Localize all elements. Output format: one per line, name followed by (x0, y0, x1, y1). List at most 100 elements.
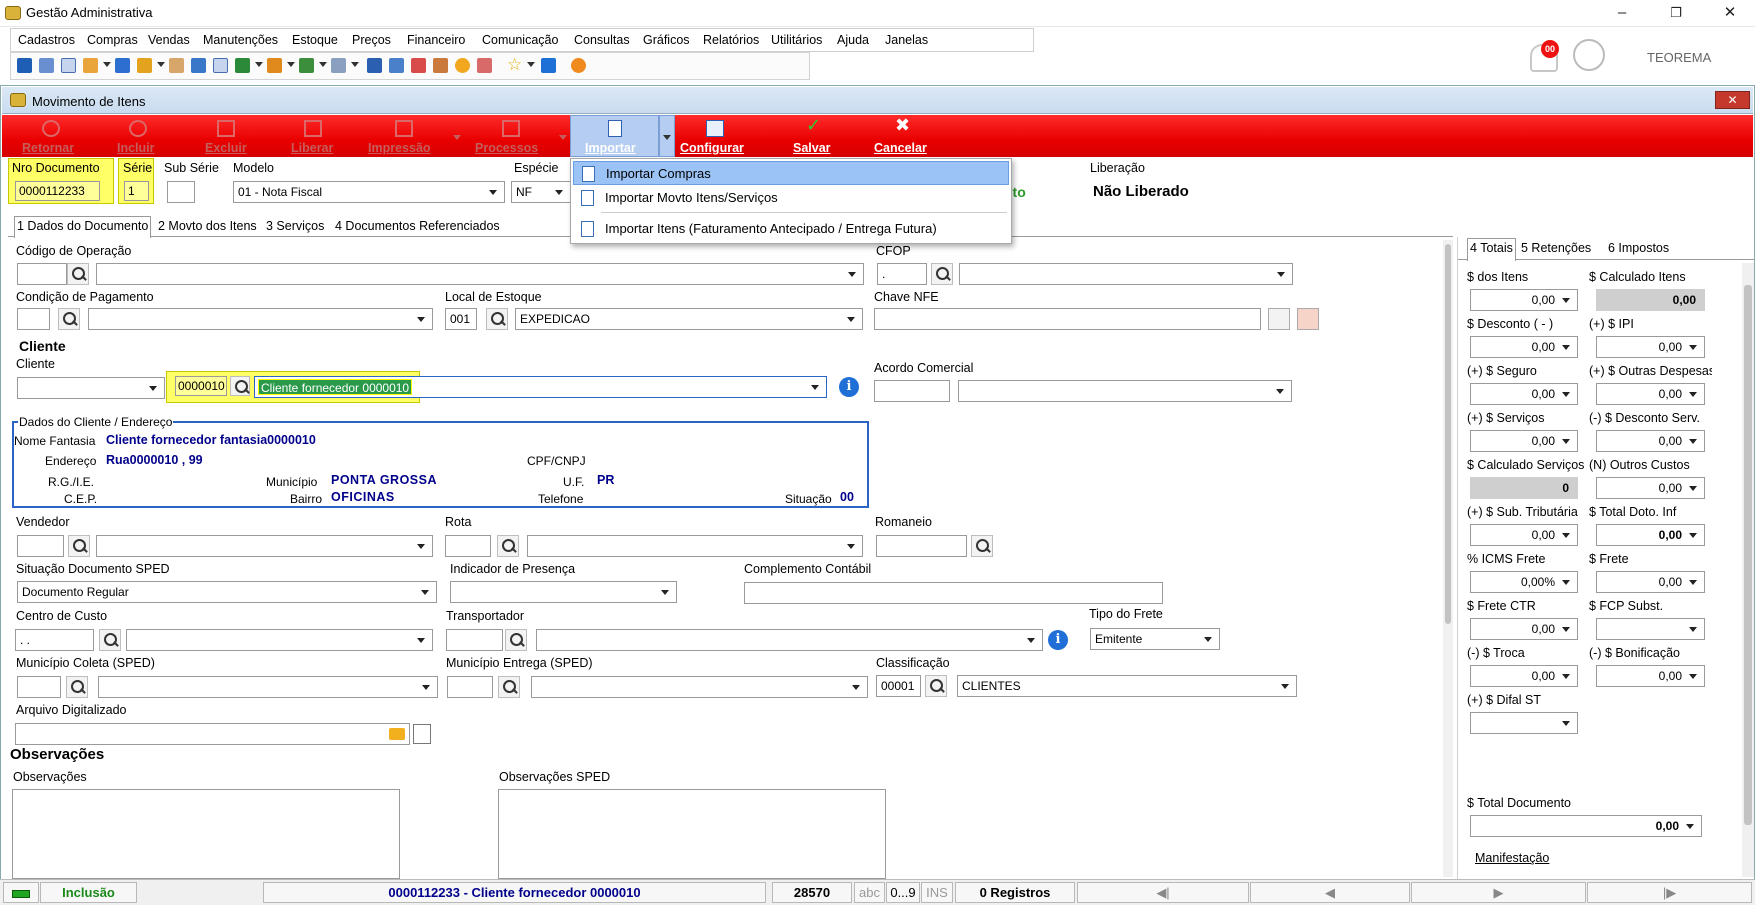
impressao-dropdown-arrow[interactable] (453, 135, 461, 140)
sit-sped-select[interactable]: Documento Regular (17, 581, 437, 603)
mun-entrega-search-icon[interactable] (498, 676, 520, 698)
mun-entrega-field[interactable] (447, 676, 493, 698)
cliente-info-icon[interactable]: i (839, 377, 859, 397)
side-scrollbar-thumb[interactable] (1744, 285, 1752, 825)
menu-manutencoes[interactable]: Manutenções (203, 33, 278, 47)
cond-pagamento-select[interactable] (88, 308, 433, 330)
cfop-field[interactable]: . (877, 263, 927, 285)
local-estoque-select[interactable]: EXPEDICAO (515, 308, 863, 330)
cod-operacao-select[interactable] (96, 263, 864, 285)
menu-comunicacao[interactable]: Comunicação (482, 33, 558, 47)
menu-vendas[interactable]: Vendas (148, 33, 190, 47)
menu-janelas[interactable]: Janelas (885, 33, 928, 47)
observacoes-sped-textarea[interactable] (498, 789, 886, 879)
total-field[interactable]: 0,00 (1470, 336, 1578, 358)
child-close-button[interactable]: ✕ (1715, 91, 1750, 109)
centro-custo-search-icon[interactable] (99, 629, 121, 651)
processos-button[interactable]: Processos (475, 141, 538, 155)
mun-coleta-search-icon[interactable] (66, 676, 88, 698)
star-icon[interactable]: ☆ (507, 55, 522, 74)
total-field[interactable]: 0,00 (1596, 430, 1705, 452)
cancelar-button[interactable]: Cancelar (874, 141, 927, 155)
total-field[interactable]: 0,00 (1596, 477, 1705, 499)
configurar-button[interactable]: Configurar (680, 141, 744, 155)
menu-utilitarios[interactable]: Utilitários (771, 33, 822, 47)
folder-icon[interactable] (389, 728, 405, 740)
salvar-button[interactable]: Salvar (793, 141, 831, 155)
toolbar-icon-10[interactable] (267, 58, 282, 73)
document-icon[interactable] (413, 724, 431, 744)
subserie-field[interactable] (167, 181, 195, 203)
incluir-button[interactable]: Incluir (117, 141, 155, 155)
vendedor-search-icon[interactable] (68, 535, 90, 557)
manifestacao-label[interactable]: Manifestação (1475, 851, 1549, 865)
menu-financeiro[interactable]: Financeiro (407, 33, 465, 47)
transportador-select[interactable] (536, 629, 1043, 651)
vendedor-field[interactable] (17, 535, 64, 557)
total-field[interactable]: 0,00 (1596, 571, 1705, 593)
toolbar-icon-5[interactable] (115, 58, 130, 73)
menu-graficos[interactable]: Gráficos (643, 33, 690, 47)
toolbar-icon-3[interactable] (61, 58, 76, 73)
nav-next-button[interactable]: ▶ (1411, 882, 1586, 903)
menu-ajuda[interactable]: Ajuda (837, 33, 869, 47)
excluir-button[interactable]: Excluir (205, 141, 247, 155)
liberar-button[interactable]: Liberar (291, 141, 333, 155)
cart-icon[interactable] (235, 58, 250, 73)
tab-documentos-referenciados[interactable]: 4 Documentos Referenciados (333, 217, 502, 235)
menu-item-importar-movto[interactable]: Importar Movto Itens/Serviços (573, 186, 1009, 210)
cfop-search-icon[interactable] (931, 263, 953, 285)
rota-search-icon[interactable] (497, 535, 519, 557)
toolbar-icon-14[interactable] (433, 58, 448, 73)
total-field[interactable]: 0,00 (1470, 289, 1578, 311)
acordo-comercial-field[interactable] (874, 380, 950, 402)
total-field[interactable] (1596, 618, 1705, 640)
restore-button[interactable]: ❐ (1656, 2, 1696, 24)
classificacao-code[interactable]: 00001 (876, 675, 921, 697)
menu-estoque[interactable]: Estoque (292, 33, 338, 47)
toolbar-dropdown-arrow[interactable] (351, 62, 359, 67)
romaneio-field[interactable] (876, 535, 967, 557)
centro-custo-field[interactable]: . . (15, 629, 94, 651)
toolbar-icon-9[interactable] (213, 58, 228, 73)
toolbar-dropdown-arrow[interactable] (255, 62, 263, 67)
toolbar-dropdown-arrow[interactable] (157, 62, 165, 67)
menu-item-importar-itens-faturamento[interactable]: Importar Itens (Faturamento Antecipado /… (573, 217, 1009, 241)
total-field[interactable] (1470, 712, 1578, 734)
main-scrollbar-thumb[interactable] (1445, 244, 1451, 624)
rota-field[interactable] (445, 535, 491, 557)
ind-presenca-select[interactable] (450, 581, 677, 603)
menu-precos[interactable]: Preços (352, 33, 391, 47)
compl-contabil-field[interactable] (744, 582, 1163, 604)
toolbar-dropdown-arrow[interactable] (103, 62, 111, 67)
user-avatar-icon[interactable] (1573, 39, 1605, 71)
tipo-frete-select[interactable]: Emitente (1090, 628, 1220, 650)
total-field[interactable]: 0,00 (1470, 430, 1578, 452)
importar-dropdown-arrow[interactable] (663, 135, 671, 140)
toolbar-dropdown-arrow[interactable] (319, 62, 327, 67)
tab-dados-documento[interactable]: 1 Dados do Documento (14, 216, 152, 238)
transportador-search-icon[interactable] (505, 629, 527, 651)
modelo-select[interactable]: 01 - Nota Fiscal (233, 181, 505, 203)
clock-icon[interactable] (455, 58, 470, 73)
minimize-button[interactable]: – (1602, 2, 1642, 24)
classificacao-search-icon[interactable] (925, 675, 947, 697)
power-icon[interactable] (571, 58, 586, 73)
cod-operacao-search-icon[interactable] (67, 263, 89, 285)
chave-nfe-field[interactable] (874, 308, 1261, 330)
serie-field[interactable]: 1 (124, 181, 149, 201)
tab-impostos[interactable]: 6 Impostos (1606, 239, 1671, 257)
tab-retencoes[interactable]: 5 Retenções (1519, 239, 1593, 257)
toolbar-icon-15[interactable] (477, 58, 492, 73)
total-field[interactable]: 0,00 (1596, 336, 1705, 358)
observacoes-textarea[interactable] (12, 789, 400, 879)
retornar-button[interactable]: Retornar (22, 141, 74, 155)
toolbar-icon-16[interactable] (541, 58, 556, 73)
total-field[interactable]: 0,00 (1596, 665, 1705, 687)
cond-pagamento-field[interactable] (17, 308, 50, 330)
total-documento-field[interactable]: 0,00 (1470, 815, 1702, 837)
nro-doc-field[interactable]: 0000112233 (15, 181, 100, 201)
cliente-code-field[interactable]: 0000010 (175, 376, 227, 396)
cfop-select[interactable] (959, 263, 1293, 285)
close-button[interactable]: ✕ (1710, 2, 1750, 24)
